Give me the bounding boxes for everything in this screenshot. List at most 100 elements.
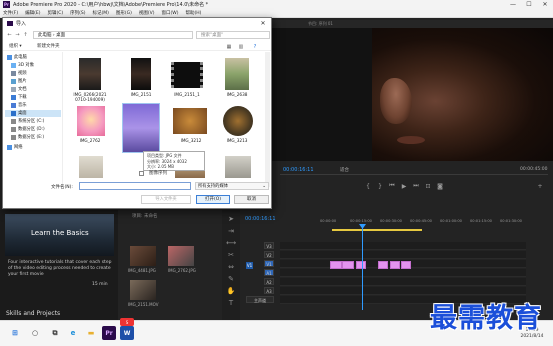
learn-card-title[interactable]: Learn the Basics — [31, 229, 89, 237]
track-label-a2[interactable]: A2 — [264, 278, 274, 285]
file-name[interactable]: IMG_2762 — [67, 138, 113, 143]
file-explorer-icon[interactable]: ▬ — [84, 326, 98, 340]
menu-file[interactable]: 文件(F) — [3, 10, 18, 16]
program-monitor-tab[interactable]: 节目: 序列 01 — [272, 20, 553, 28]
timeline-clip[interactable] — [330, 261, 342, 269]
nav-drive-e[interactable]: 数据分区 (E:) — [11, 134, 44, 141]
help-icon[interactable]: ? — [251, 43, 259, 50]
timeline-clip[interactable] — [401, 261, 411, 269]
file-name[interactable]: IMG_2151 — [119, 92, 163, 97]
windows-start-icon[interactable]: ⊞ — [8, 326, 22, 340]
work-area-bar[interactable] — [332, 229, 422, 231]
search-icon[interactable]: ○ — [28, 326, 42, 340]
track-select-tool-icon[interactable]: ⇥ — [226, 226, 236, 236]
track-a2[interactable] — [280, 278, 526, 286]
project-thumb-1[interactable] — [130, 246, 156, 266]
track-label-v2[interactable]: V2 — [264, 251, 274, 258]
dialog-close-icon[interactable]: ✕ — [257, 19, 269, 28]
file-name[interactable]: IMG_2638 — [215, 92, 259, 97]
track-label-v1[interactable]: V1 — [264, 260, 274, 267]
cancel-button[interactable]: 取消 — [234, 195, 269, 204]
maximize-icon[interactable]: ☐ — [521, 0, 537, 9]
import-folder-button[interactable]: 导入文件夹 — [141, 195, 191, 204]
add-button-icon[interactable]: + — [536, 182, 544, 190]
track-v3[interactable] — [280, 242, 526, 250]
view-options-icon[interactable]: ▦ — [225, 43, 233, 50]
nav-3d-objects[interactable]: 3D 对象 — [11, 62, 34, 69]
task-view-icon[interactable]: ⧉ — [48, 326, 62, 340]
slip-tool-icon[interactable]: ⇔ — [226, 262, 236, 272]
file-thumb-row3-4[interactable] — [225, 156, 251, 178]
file-thumb-img3213[interactable] — [223, 106, 253, 136]
preview-pane-icon[interactable]: ▥ — [237, 43, 245, 50]
track-label-master[interactable]: 主声道 — [246, 296, 274, 303]
nav-documents[interactable]: 文档 — [11, 86, 27, 93]
type-tool-icon[interactable]: T — [226, 298, 236, 308]
file-thumb-img3212[interactable] — [173, 108, 207, 134]
project-thumb-3[interactable] — [130, 280, 156, 300]
file-thumb-img2638[interactable] — [225, 58, 249, 90]
word-taskbar-icon[interactable]: W — [120, 326, 134, 340]
close-icon[interactable]: ✕ — [537, 0, 553, 9]
track-a3[interactable] — [280, 287, 526, 295]
menu-graphics[interactable]: 图形(G) — [116, 10, 132, 16]
nav-this-pc[interactable]: 此电脑 — [7, 54, 27, 61]
timeline-clip[interactable] — [378, 261, 388, 269]
file-thumb-img0266[interactable] — [79, 58, 101, 90]
file-thumb-img2762[interactable] — [77, 106, 105, 136]
filename-input[interactable] — [79, 182, 191, 190]
timeline-clip[interactable] — [356, 261, 366, 269]
track-a1[interactable] — [280, 269, 526, 277]
fit-dropdown[interactable]: 适合 — [340, 167, 349, 173]
nav-network[interactable]: 网络 — [7, 144, 23, 151]
edge-browser-icon[interactable]: e — [66, 326, 80, 340]
timeline-ruler[interactable]: 00:00:00 00:00:15:00 00:00:30:00 00:00:4… — [320, 219, 526, 228]
timeline-clip[interactable] — [342, 261, 354, 269]
insert-icon[interactable]: ⊡ — [424, 182, 432, 190]
mark-out-icon[interactable]: } — [376, 182, 384, 190]
hand-tool-icon[interactable]: ✋ — [226, 286, 236, 296]
selection-tool-icon[interactable]: ➤ — [226, 214, 236, 224]
nav-downloads[interactable]: 下载 — [11, 94, 27, 101]
step-back-icon[interactable]: ⏮ — [388, 182, 396, 190]
file-name[interactable]: IMG_3212 — [171, 138, 211, 143]
forward-arrow-icon[interactable]: → — [14, 31, 21, 39]
address-bar[interactable]: 此电脑 › 桌面 — [33, 31, 193, 39]
nav-music[interactable]: 音乐 — [11, 102, 27, 109]
back-arrow-icon[interactable]: ← — [6, 31, 13, 39]
menu-help[interactable]: 帮助(H) — [185, 10, 201, 16]
nav-videos[interactable]: 视频 — [11, 70, 27, 77]
menu-view[interactable]: 视图(V) — [139, 10, 155, 16]
source-patch-v1[interactable]: V1 — [246, 262, 253, 269]
menu-clip[interactable]: 剪辑(C) — [47, 10, 63, 16]
menu-window[interactable]: 窗口(W) — [162, 10, 179, 16]
premiere-taskbar-icon[interactable]: Pr — [102, 326, 116, 340]
file-name[interactable]: IMG_3213 — [215, 138, 259, 143]
image-sequence-checkbox[interactable] — [139, 171, 144, 176]
project-thumb-2[interactable] — [168, 246, 194, 266]
nav-desktop[interactable]: 桌面 — [5, 110, 61, 117]
program-scrub-bar[interactable] — [280, 174, 548, 179]
playhead-line[interactable] — [362, 224, 363, 310]
new-folder-button[interactable]: 新建文件夹 — [37, 43, 60, 49]
track-label-a3[interactable]: A3 — [264, 287, 274, 294]
search-input[interactable]: 搜索"桌面" — [196, 31, 270, 39]
organize-button[interactable]: 组织 ▾ — [9, 43, 22, 49]
nav-pictures[interactable]: 图片 — [11, 78, 27, 85]
menu-markers[interactable]: 标记(M) — [93, 10, 109, 16]
file-name[interactable]: IMG_0266(2021 0710-194009) — [67, 92, 113, 102]
file-thumb-row3-1[interactable] — [79, 156, 103, 178]
track-v2[interactable] — [280, 251, 526, 259]
track-label-v3[interactable]: V3 — [264, 242, 274, 249]
timeline-timecode[interactable]: 00:00:16:11 — [245, 216, 276, 222]
pen-tool-icon[interactable]: ✎ — [226, 274, 236, 284]
ripple-edit-tool-icon[interactable]: ⟷ — [226, 238, 236, 248]
razor-tool-icon[interactable]: ✂ — [226, 250, 236, 260]
file-type-dropdown[interactable]: 所有支持的媒体 ⌄ — [195, 182, 269, 190]
timeline-clip[interactable] — [390, 261, 400, 269]
video-file-icon[interactable] — [171, 62, 203, 88]
nav-drive-d[interactable]: 数据分区 (D:) — [11, 126, 45, 133]
track-label-a1[interactable]: A1 — [264, 269, 274, 276]
menu-sequence[interactable]: 序列(S) — [70, 10, 85, 16]
export-frame-icon[interactable]: ◙ — [436, 182, 444, 190]
